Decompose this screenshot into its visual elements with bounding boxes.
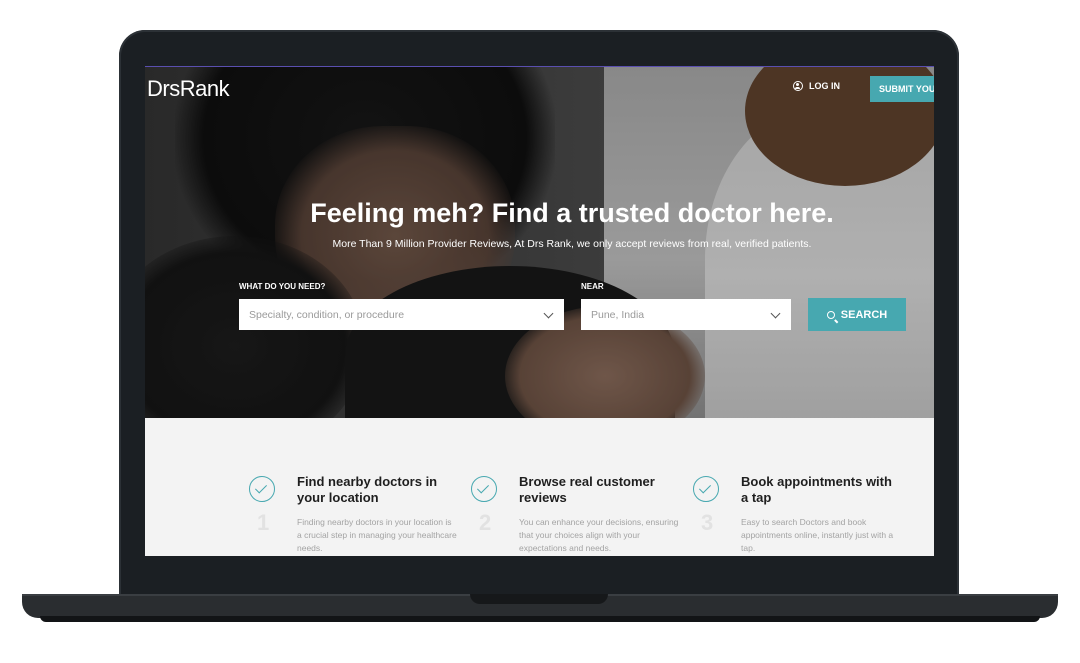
check-circle-icon [693,476,719,502]
login-label: LOG IN [809,81,840,91]
hero-subline: More Than 9 Million Provider Reviews, At… [332,238,812,250]
login-link[interactable]: LOG IN [793,81,840,91]
location-select[interactable]: Pune, India [581,299,791,330]
user-icon [793,81,803,91]
specialty-placeholder: Specialty, condition, or procedure [249,308,405,321]
feature-number: 2 [479,510,492,535]
feature-title: Find nearby doctors in your location [297,474,438,505]
feature-description: You can enhance your decisions, ensuring… [519,517,679,553]
features-section: 1 Find nearby doctors in your location F… [145,418,934,556]
search-button[interactable]: SEARCH [808,298,906,331]
browser-top-edge [145,66,934,67]
check-circle-icon [249,476,275,502]
feature-number: 1 [257,510,270,535]
feature-title: Book appointments with a tap [741,474,892,505]
submit-review-button[interactable]: SUBMIT YOU [870,76,934,102]
feature-description: Finding nearby doctors in your location … [297,517,457,553]
hero-section: DrsRank LOG IN SUBMIT YOU Feeling meh? F… [145,66,934,418]
hero-headline: Feeling meh? Find a trusted doctor here. [310,198,834,228]
chevron-down-icon [770,308,781,319]
browser-screen: DrsRank LOG IN SUBMIT YOU Feeling meh? F… [145,66,934,556]
search-icon [826,310,835,319]
feature-number: 3 [701,510,714,535]
feature-description: Easy to search Doctors and book appointm… [741,517,894,553]
near-field-label: NEAR [581,282,604,291]
chevron-down-icon [543,308,554,319]
laptop-notch [470,594,608,604]
location-value: Pune, India [591,308,645,321]
search-button-label: SEARCH [840,308,888,321]
check-circle-icon [471,476,497,502]
feature-title: Browse real customer reviews [519,474,655,505]
laptop-base-shadow [40,616,1040,622]
need-field-label: WHAT DO YOU NEED? [239,282,326,291]
site-logo[interactable]: DrsRank [147,76,230,102]
specialty-select[interactable]: Specialty, condition, or procedure [239,299,564,330]
laptop-mockup: DrsRank LOG IN SUBMIT YOU Feeling meh? F… [0,0,1080,663]
